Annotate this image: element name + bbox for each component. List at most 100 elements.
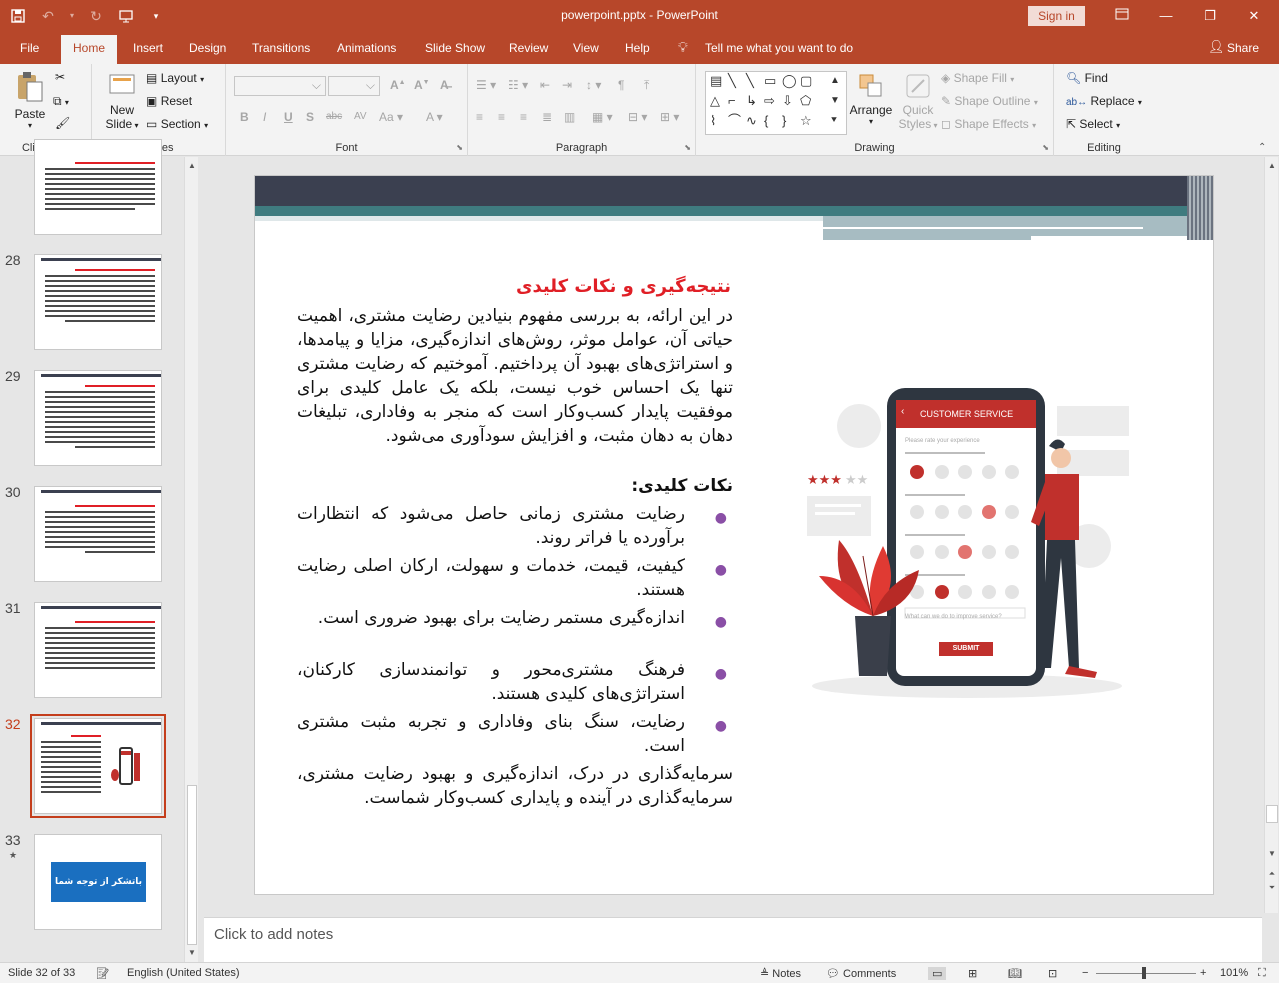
rounded-rect-shape-icon[interactable]: ▢ [800, 74, 812, 88]
ribbon-display-options-icon[interactable] [1110, 6, 1134, 26]
brace-right-shape-icon[interactable]: } [782, 114, 786, 128]
bullets-icon[interactable]: ☰ ▾ [476, 78, 496, 92]
rtl-icon[interactable]: ¶ [618, 78, 624, 92]
triangle-shape-icon[interactable]: △ [710, 94, 720, 108]
tab-view[interactable]: View [573, 41, 599, 55]
justify-icon[interactable]: ≣ [542, 110, 552, 124]
previous-slide-icon[interactable]: ⏶ [1265, 867, 1279, 881]
arrange-button[interactable]: Arrange ▾ [848, 72, 894, 126]
right-arrow-shape-icon[interactable]: ⇨ [764, 94, 775, 108]
slide-thumbnail-33[interactable]: باتشکر از توجه شما [34, 834, 162, 930]
decrease-indent-icon[interactable]: ⇤ [540, 78, 550, 92]
layout-button[interactable]: ▤ Layout ▾ [146, 71, 204, 85]
increase-font-icon[interactable]: A▲ [390, 78, 406, 92]
line-shape-icon[interactable]: ╲ [728, 74, 736, 88]
slide-thumbnail-30[interactable] [34, 486, 162, 582]
slide-thumbnail-27[interactable] [34, 139, 162, 235]
share-button[interactable]: Share [1227, 41, 1259, 55]
connector-shape-icon[interactable]: ⌐ [728, 94, 736, 108]
elbow-arrow-shape-icon[interactable]: ↳ [746, 94, 757, 108]
gallery-more-icon[interactable]: ⯆ [830, 114, 838, 128]
line-spacing-icon[interactable]: ↕ ▾ [586, 78, 601, 92]
next-slide-icon[interactable]: ⏷ [1265, 881, 1279, 895]
shape-effects-button[interactable]: ◻ Shape Effects ▾ [941, 117, 1036, 131]
sign-in-button[interactable]: Sign in [1028, 6, 1085, 26]
shapes-gallery[interactable]: ▤ ╲ ╲ ▭ ◯ ▢ △ ⌐ ↳ ⇨ ⇩ ⬠ ⌇ ⌒ ∿ { } ☆ ▲ ▼ … [705, 71, 847, 135]
slide-thumbnail-32[interactable] [30, 714, 166, 818]
strikethrough-icon[interactable]: abc [326, 111, 342, 122]
rectangle-shape-icon[interactable]: ▭ [764, 74, 776, 88]
font-color-icon[interactable]: A ▾ [426, 110, 443, 124]
brace-left-shape-icon[interactable]: { [764, 114, 768, 128]
align-right-icon[interactable]: ≡ [520, 110, 527, 124]
thumbnail-scrollbar[interactable]: ▲ ▼ [184, 157, 198, 962]
wave-shape-icon[interactable]: ∿ [746, 114, 757, 128]
close-icon[interactable]: ✕ [1242, 6, 1266, 26]
normal-view-icon[interactable]: ▭ [928, 967, 947, 980]
paragraph-launcher-icon[interactable]: ⬊ [684, 143, 691, 152]
oval-shape-icon[interactable]: ◯ [782, 74, 797, 88]
scroll-down-icon[interactable]: ▼ [1265, 847, 1279, 861]
arc-shape-icon[interactable]: ⌒ [728, 114, 741, 128]
tell-me-search[interactable]: Tell me what you want to do [705, 41, 853, 55]
conclusion-paragraph[interactable]: سرمایه‌گذاری در درک، اندازه‌گیری و بهبود… [297, 762, 733, 810]
intro-paragraph[interactable]: در این ارائه، به بررسی مفهوم بنیادین رضا… [297, 304, 733, 448]
language-indicator[interactable]: English (United States) [127, 967, 240, 979]
scroll-thumb[interactable] [187, 785, 197, 945]
tab-file[interactable]: File [20, 41, 39, 55]
distribute-icon[interactable]: ▥ [564, 110, 575, 124]
bold-icon[interactable]: B [240, 110, 249, 124]
zoom-slider-thumb[interactable] [1142, 967, 1146, 979]
columns-icon[interactable]: ▦ ▾ [592, 110, 613, 124]
bullet-item[interactable]: ● رضایت، سنگ بنای وفاداری و تجربه مثبت مش… [297, 710, 733, 758]
zoom-level[interactable]: 101% [1220, 967, 1248, 979]
align-text-icon[interactable]: ⊟ ▾ [628, 110, 647, 124]
star-shape-icon[interactable]: ☆ [800, 114, 812, 128]
change-case-icon[interactable]: Aa ▾ [379, 110, 403, 124]
reading-view-icon[interactable]: 📖︎ [1008, 967, 1022, 980]
section-button[interactable]: ▭ Section ▾ [146, 117, 208, 131]
slide-thumbnail-28[interactable] [34, 254, 162, 350]
down-arrow-shape-icon[interactable]: ⇩ [782, 94, 793, 108]
gallery-down-icon[interactable]: ▼ [830, 94, 840, 108]
font-launcher-icon[interactable]: ⬊ [456, 143, 463, 152]
slide-counter[interactable]: Slide 32 of 33 [8, 967, 75, 979]
text-direction-icon[interactable]: ⤒ [644, 78, 649, 93]
shape-outline-button[interactable]: ✎ Shape Outline ▾ [941, 94, 1038, 108]
notes-placeholder[interactable]: Click to add notes [214, 926, 333, 943]
line-shape-icon[interactable]: ╲ [746, 74, 754, 88]
align-center-icon[interactable]: ≡ [498, 110, 505, 124]
textbox-shape-icon[interactable]: ▤ [710, 74, 722, 88]
new-slide-button[interactable]: New Slide ▾ [104, 70, 140, 131]
tab-animations[interactable]: Animations [337, 41, 396, 55]
smartart-icon[interactable]: ⊞ ▾ [660, 110, 679, 124]
copy-icon[interactable]: ⧉ ▾ [53, 94, 69, 109]
slide-scrollbar[interactable]: ▲ ▼ ⏶ ⏷ [1264, 157, 1278, 913]
tab-help[interactable]: Help [625, 41, 650, 55]
zoom-in-icon[interactable]: + [1200, 967, 1206, 979]
slide-title[interactable]: نتیجه‌گیری و نکات کلیدی [331, 276, 731, 297]
notes-pane[interactable]: Click to add notes [204, 917, 1262, 962]
current-slide[interactable]: نتیجه‌گیری و نکات کلیدی در این ارائه، به… [254, 175, 1214, 895]
shape-fill-button[interactable]: ◈ Shape Fill ▾ [941, 71, 1014, 85]
fit-to-window-icon[interactable]: ⛶ [1258, 967, 1266, 980]
bullet-item[interactable]: ● فرهنگ مشتری‌محور و توانمندسازی کارکنان،… [297, 658, 733, 706]
notes-toggle[interactable]: ≜ Notes [760, 967, 801, 980]
slide-sorter-icon[interactable]: ⊞ [968, 967, 977, 980]
tab-transitions[interactable]: Transitions [252, 41, 310, 55]
tab-slide-show[interactable]: Slide Show [425, 41, 485, 55]
tab-design[interactable]: Design [189, 41, 226, 55]
tab-insert[interactable]: Insert [133, 41, 163, 55]
align-left-icon[interactable]: ≡ [476, 110, 483, 124]
slide-thumbnail-31[interactable] [34, 602, 162, 698]
scroll-thumb[interactable] [1266, 805, 1278, 823]
scroll-down-icon[interactable]: ▼ [185, 946, 199, 960]
customer-service-illustration[interactable]: ★★★ ★★ CUSTOMER SERVICE ‹ Please rate yo… [807, 386, 1137, 706]
numbering-icon[interactable]: ☷ ▾ [508, 78, 528, 92]
decrease-font-icon[interactable]: A▼ [414, 78, 430, 92]
reset-button[interactable]: ▣ Reset [146, 94, 192, 108]
restore-icon[interactable]: ❐ [1198, 6, 1222, 26]
font-size-dropdown[interactable]: ⌵ [328, 76, 380, 96]
collapse-ribbon-icon[interactable]: ⌃ [1258, 142, 1266, 153]
underline-icon[interactable]: U [284, 110, 293, 124]
